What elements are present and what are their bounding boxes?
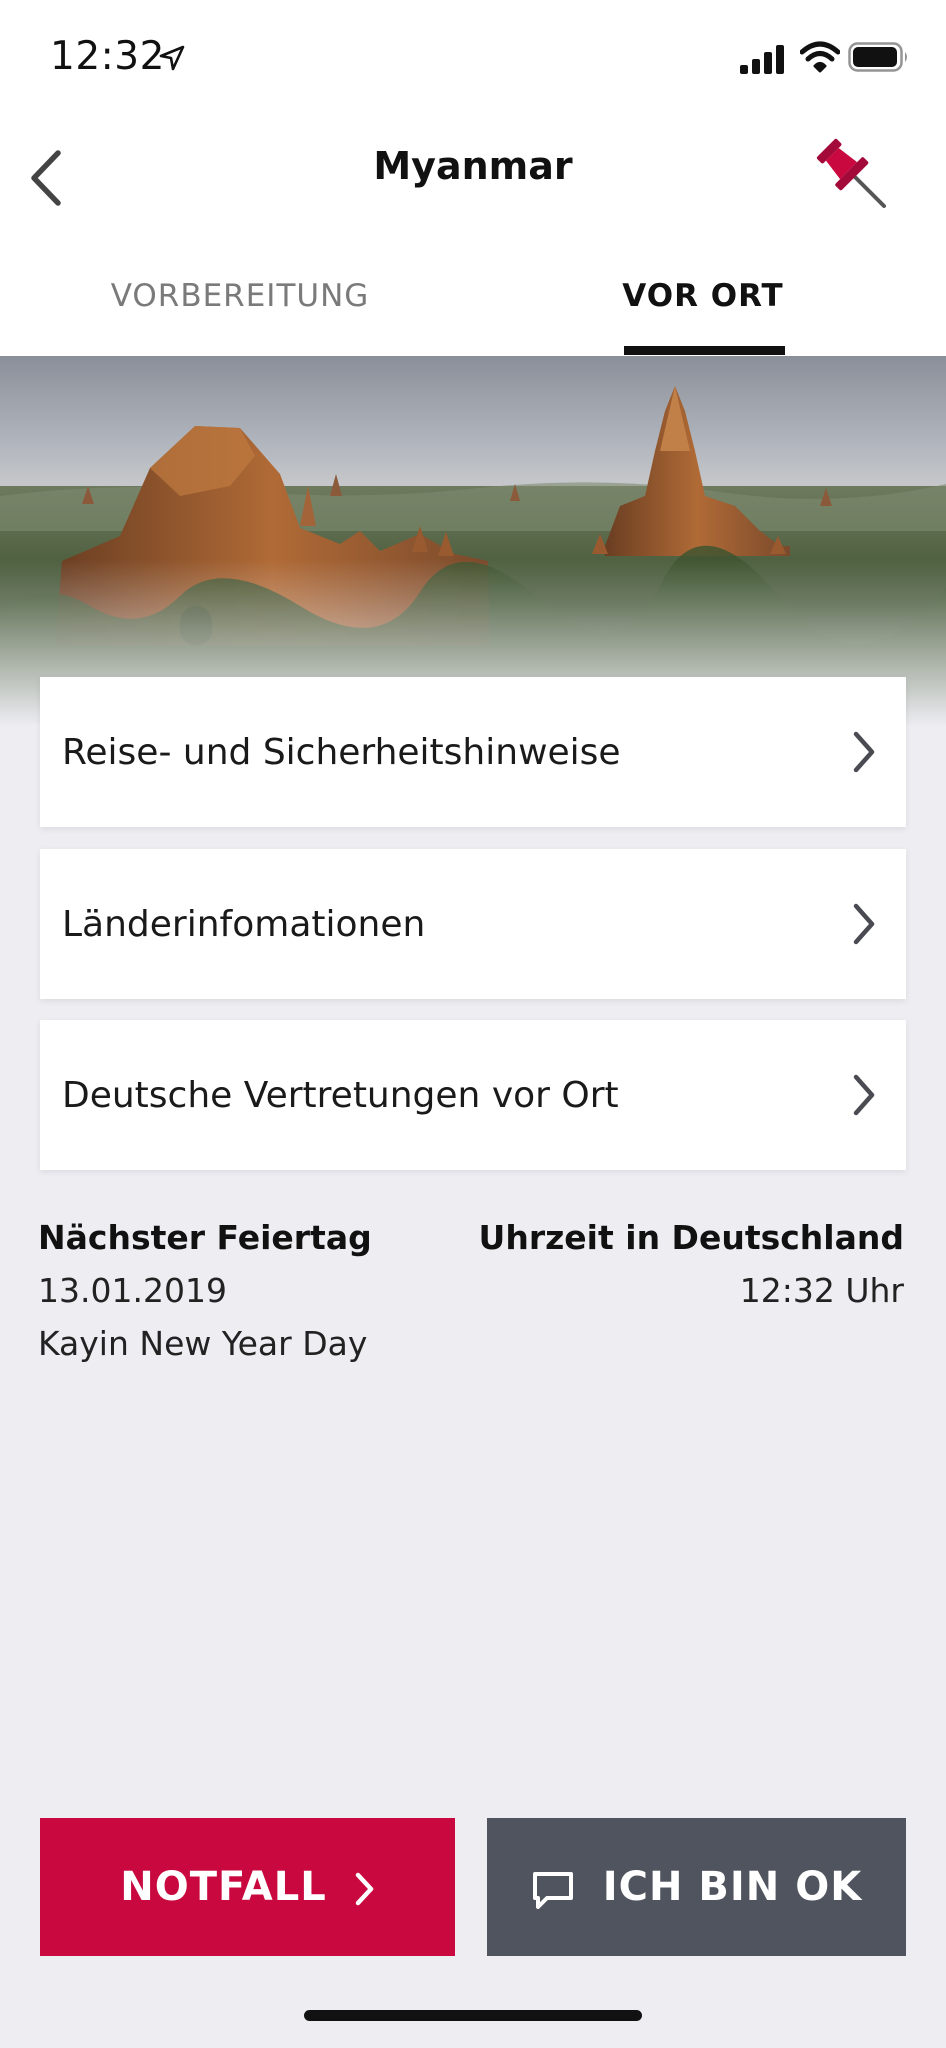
chevron-right-icon xyxy=(853,903,875,945)
emergency-button-label: NOTFALL xyxy=(120,1864,327,1910)
active-tab-indicator xyxy=(624,346,785,355)
tab-bar: VORBEREITUNG VOR ORT xyxy=(0,236,946,356)
pushpin-icon[interactable] xyxy=(812,134,892,214)
page-title: Myanmar xyxy=(373,144,573,188)
i-am-ok-button[interactable]: ICH BIN OK xyxy=(487,1818,906,1956)
chevron-right-icon xyxy=(853,1074,875,1116)
navigation-bar: Myanmar xyxy=(0,116,946,236)
i-am-ok-button-label: ICH BIN OK xyxy=(602,1864,863,1910)
germany-time-heading: Uhrzeit in Deutschland xyxy=(478,1218,904,1257)
menu-item-deutsche-vertretungen[interactable]: Deutsche Vertretungen vor Ort xyxy=(40,1020,906,1170)
battery-icon xyxy=(848,42,907,72)
location-arrow-icon xyxy=(159,45,185,71)
home-indicator xyxy=(304,2010,642,2021)
menu-item-reise-sicherheitshinweise[interactable]: Reise- und Sicherheitshinweise xyxy=(40,677,906,827)
menu-item-label: Länderinfomationen xyxy=(62,903,426,945)
chevron-right-icon xyxy=(355,1872,373,1906)
tab-vorbereitung[interactable]: VORBEREITUNG xyxy=(0,236,480,356)
cellular-signal-icon xyxy=(740,45,784,74)
next-holiday-heading: Nächster Feiertag xyxy=(38,1218,372,1257)
emergency-button[interactable]: NOTFALL xyxy=(40,1818,455,1956)
germany-time-value: 12:32 Uhr xyxy=(739,1271,904,1310)
menu-item-label: Reise- und Sicherheitshinweise xyxy=(62,731,621,773)
status-bar: 12:32 xyxy=(0,0,946,116)
germany-time-info: Uhrzeit in Deutschland 12:32 Uhr xyxy=(479,1212,904,1317)
next-holiday-name: Kayin New Year Day xyxy=(38,1324,368,1363)
menu-item-label: Deutsche Vertretungen vor Ort xyxy=(62,1074,619,1116)
message-icon xyxy=(532,1872,573,1909)
next-holiday-info: Nächster Feiertag 13.01.2019 Kayin New Y… xyxy=(38,1212,372,1370)
hero-image xyxy=(0,356,946,726)
status-time: 12:32 xyxy=(50,34,165,79)
chevron-right-icon xyxy=(853,731,875,773)
wifi-icon xyxy=(800,41,840,73)
tab-vor-ort[interactable]: VOR ORT xyxy=(580,236,826,356)
next-holiday-date: 13.01.2019 xyxy=(38,1271,227,1310)
menu-item-laenderinformationen[interactable]: Länderinfomationen xyxy=(40,849,906,999)
